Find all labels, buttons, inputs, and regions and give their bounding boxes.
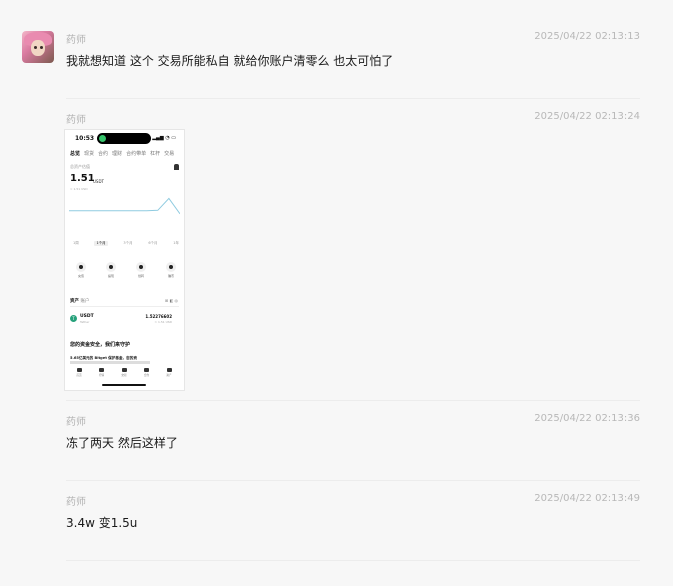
phone-nav-label: 行情 [98,374,105,377]
phone-tab: 理财 [112,151,123,157]
sender-name: 药师 [66,115,86,126]
phone-nav-label: 合约 [143,374,150,377]
message-timestamp: 2025/04/22 02:13:24 [534,111,640,122]
phone-home-indicator [102,384,146,386]
phone-asset-tools-icon: ⊞ ◧ ◎ [164,298,178,303]
deposit-icon [76,262,86,272]
phone-coin-fullname: Tether [80,320,90,324]
phone-action: 划转 [134,262,148,278]
phone-total-assets-label: 总资产估值 [70,164,90,169]
phone-coin-usd: ≈ 1.51 USD [154,320,172,324]
phone-asset-tab: 资产 [70,299,79,304]
market-icon [99,368,104,372]
usdt-icon: T [70,315,77,322]
futures-icon [144,368,149,372]
phone-balance-usd: ≈ 1.51 USD [70,187,88,191]
phone-nav-item: 行情 [94,368,110,377]
phone-banner-title: 您的资金安全，我们来守护 [70,342,131,348]
phone-signal-wifi-battery-icon: ▂▄▆ ◔ ▭ [152,135,176,141]
bell-icon [174,164,179,170]
home-icon [76,368,82,372]
phone-range-selector: 1周 1个月 3个月 6个月 1年 [73,241,179,246]
message-text[interactable]: 我就想知道 这个 交易所能私自 就给你账户清零么 也太可怕了 [66,52,393,69]
sender-name: 药师 [66,35,86,46]
chat-message: 药师 2025/04/22 02:13:24 [66,111,640,131]
phone-tab: 合约 [98,151,109,157]
phone-app-indicator-icon [99,135,106,142]
phone-asset-tabs: 资产 账户 [70,298,89,304]
trade-icon [121,368,127,372]
phone-tab: 总览 [70,151,81,157]
phone-nav-item: 首页 [71,368,87,377]
message-divider [66,480,640,481]
message-divider [66,98,640,99]
phone-action-label: 划转 [137,274,144,278]
phone-nav-item: 合约 [139,368,155,377]
chat-message: 药师 2025/04/22 02:13:49 3.4w 变1.5u [66,493,640,543]
phone-range-option: 1年 [173,241,179,245]
transfer-icon [136,262,146,272]
chat-message: 药师 2025/04/22 02:13:36 冻了两天 然后这样了 [66,413,640,463]
phone-divider [70,306,179,307]
phone-nav-label: 交易 [121,374,127,377]
phone-nav-label: 首页 [76,374,82,377]
sender-name: 药师 [66,497,86,508]
phone-action-label: 提现 [107,274,114,278]
phone-bottom-nav: 首页 行情 交易 合约 资产 [71,368,177,377]
phone-balance-unit: USDT [93,179,104,184]
message-timestamp: 2025/04/22 02:13:36 [534,413,640,424]
phone-nav-item: 交易 [116,368,132,377]
phone-action: 提现 [104,262,118,278]
message-image-screenshot[interactable]: 10:53 ▂▄▆ ◔ ▭ 总览 现货 合约 理财 合约带单 杠杆 交易 总资产估值 1.5… [64,129,185,391]
phone-banner-text-placeholder [70,361,150,364]
message-divider [66,400,640,401]
phone-action-label: 赚币 [167,274,174,278]
phone-tab: 现货 [84,151,95,157]
phone-action: 充值 [74,262,88,278]
phone-range-option: 1周 [73,241,79,245]
phone-range-option: 6个月 [148,241,158,245]
phone-nav-label: 资产 [166,374,172,377]
avatar-eye [34,46,37,49]
avatar-eye [40,46,43,49]
phone-tab: 交易 [164,151,175,157]
phone-range-option: 1个月 [94,241,108,246]
phone-coin-amount: 1.52276602 [145,314,172,319]
phone-balance: 1.51 [70,173,95,184]
sender-name: 药师 [66,417,86,428]
phone-action-label: 充值 [77,274,84,278]
phone-top-tabs: 总览 现货 合约 理财 合约带单 杠杆 交易 [70,150,178,157]
chart-series-line [69,197,180,215]
phone-asset-tab: 账户 [80,299,90,304]
phone-quick-actions: 充值 提现 划转 赚币 [74,262,178,278]
phone-range-option: 3个月 [123,241,133,245]
earn-icon [166,262,176,272]
chat-message: 药师 2025/04/22 02:13:13 我就想知道 这个 交易所能私自 就… [66,31,640,81]
withdraw-icon [106,262,116,272]
message-text[interactable]: 冻了两天 然后这样了 [66,434,178,451]
phone-tab: 合约带单 [126,151,147,157]
message-text[interactable]: 3.4w 变1.5u [66,514,137,531]
phone-tab: 杠杆 [150,151,161,157]
assets-icon [166,368,172,372]
message-timestamp: 2025/04/22 02:13:49 [534,493,640,504]
phone-nav-item: 资产 [161,368,177,377]
phone-coin-name: USDT [80,314,94,319]
phone-status-time: 10:53 [75,135,95,142]
phone-balance-chart [69,197,180,215]
avatar[interactable] [22,31,54,63]
message-divider [66,560,640,561]
message-timestamp: 2025/04/22 02:13:13 [534,31,640,42]
phone-action: 赚币 [164,262,178,278]
